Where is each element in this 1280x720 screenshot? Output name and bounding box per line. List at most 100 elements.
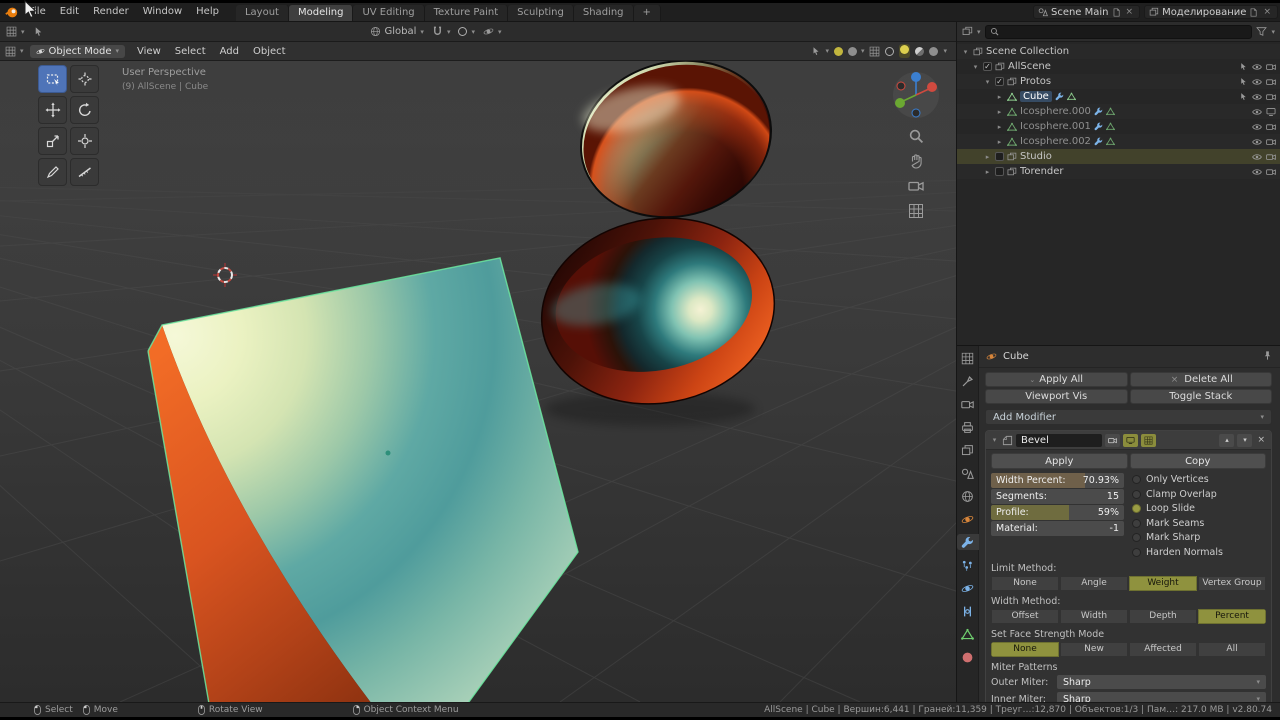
xray-toggle-icon[interactable] <box>869 46 880 57</box>
apply-all-button[interactable]: ⌄ Apply All <box>985 372 1128 387</box>
viewport-editor-type-button[interactable]: ▾ <box>5 46 24 57</box>
segments-field[interactable]: Segments: 15 <box>991 489 1124 504</box>
workspace-tab-uv-editing[interactable]: UV Editing <box>353 5 425 21</box>
eye-icon[interactable] <box>1252 62 1262 72</box>
menu-window[interactable]: Window <box>136 3 189 21</box>
viewport-menu-add[interactable]: Add <box>214 46 245 57</box>
copy-button[interactable]: Copy <box>1129 453 1266 469</box>
selectable-icon[interactable] <box>1239 62 1248 71</box>
eye-icon[interactable] <box>1252 92 1262 102</box>
tool-transform[interactable] <box>70 127 99 155</box>
tab-modifiers[interactable] <box>957 534 979 550</box>
collection-checkbox[interactable]: ✓ <box>995 77 1004 86</box>
modifier-wrench-icon[interactable] <box>1055 92 1064 101</box>
limit-none-button[interactable]: None <box>991 575 1059 591</box>
camera-view-icon[interactable] <box>908 178 924 194</box>
modifier-name-field[interactable]: Bevel <box>1016 433 1102 447</box>
tool-annotate[interactable] <box>38 158 67 186</box>
material-field[interactable]: Material: -1 <box>991 521 1124 536</box>
overlays-dropdown[interactable]: ▾ <box>847 46 864 56</box>
breadcrumb-object-name[interactable]: Cube <box>1003 351 1029 362</box>
tab-tool[interactable] <box>957 373 979 389</box>
viewport-vis-button[interactable]: Viewport Vis <box>985 389 1128 404</box>
outliner-row-torender[interactable]: ▸ Torender <box>957 164 1280 179</box>
limit-vertex-group-button[interactable]: Vertex Group <box>1198 575 1266 591</box>
shading-material-icon[interactable] <box>915 46 925 56</box>
outliner-row-icosphere-001[interactable]: ▸ Icosphere.001 <box>957 119 1280 134</box>
workspace-tab-shading[interactable]: Shading <box>573 5 634 21</box>
tab-scene[interactable] <box>957 465 979 481</box>
show-gizmo-toggle[interactable] <box>833 46 843 56</box>
render-visibility-icon[interactable] <box>1266 62 1276 72</box>
outliner-filter-dropdown[interactable]: ▾ <box>1271 28 1275 36</box>
menu-render[interactable]: Render <box>86 3 136 21</box>
properties-editor-type-icon[interactable] <box>957 350 979 366</box>
outliner-row-cube[interactable]: ▸ Cube <box>957 89 1280 104</box>
close-modifier-icon[interactable]: × <box>1255 435 1267 445</box>
collection-checkbox[interactable] <box>995 167 1004 176</box>
tool-scale[interactable] <box>38 127 67 155</box>
tab-material[interactable] <box>957 649 979 665</box>
eye-icon[interactable] <box>1252 107 1262 117</box>
filter-icon[interactable] <box>1256 26 1267 37</box>
eye-icon[interactable] <box>1252 77 1262 87</box>
realtime-toggle[interactable] <box>1123 433 1138 447</box>
tab-object[interactable] <box>957 511 979 527</box>
render-visibility-icon[interactable] <box>1266 77 1276 87</box>
orientation-gizmo[interactable] <box>892 69 940 119</box>
viewport-menu-select[interactable]: Select <box>169 46 212 57</box>
inner-miter-dropdown[interactable]: Sharp ▾ <box>1057 692 1266 702</box>
mesh-data-icon[interactable] <box>1106 137 1115 146</box>
face-strength-none-button[interactable]: None <box>991 641 1059 657</box>
editor-type-button[interactable]: ▾ <box>6 26 25 37</box>
expand-icon[interactable]: ▾ <box>990 436 999 444</box>
outliner-row-studio[interactable]: ▸ Studio <box>957 149 1280 164</box>
tab-particles[interactable] <box>957 557 979 573</box>
outliner-search-input[interactable] <box>984 24 1253 39</box>
viewport-canvas[interactable] <box>0 61 956 702</box>
blender-logo-icon[interactable] <box>0 3 22 21</box>
tab-constraints[interactable] <box>957 603 979 619</box>
width-percent-button[interactable]: Percent <box>1198 608 1266 624</box>
loop-slide-checkbox[interactable]: Loop Slide <box>1132 503 1266 514</box>
menu-help[interactable]: Help <box>189 3 226 21</box>
modifier-wrench-icon[interactable] <box>1094 122 1103 131</box>
workspace-tab-texture-paint[interactable]: Texture Paint <box>424 5 509 21</box>
tab-world[interactable] <box>957 488 979 504</box>
workspace-tab-modeling[interactable]: Modeling <box>288 5 354 21</box>
tool-measure[interactable] <box>70 158 99 186</box>
new-scene-icon[interactable] <box>1112 8 1121 17</box>
width-percent-slider[interactable]: Width Percent: 70.93% <box>991 473 1124 488</box>
face-strength-all-button[interactable]: All <box>1198 641 1266 657</box>
width-depth-button[interactable]: Depth <box>1129 608 1197 624</box>
viewport-menu-object[interactable]: Object <box>247 46 292 57</box>
shading-options-dropdown[interactable]: ▾ <box>943 47 947 55</box>
workspace-tab-sculpting[interactable]: Sculpting <box>508 5 574 21</box>
pin-icon[interactable] <box>1262 350 1273 361</box>
profile-slider[interactable]: Profile: 59% <box>991 505 1124 520</box>
add-modifier-dropdown[interactable]: Add Modifier ▾ <box>985 409 1272 425</box>
shading-rendered-icon[interactable] <box>929 46 939 56</box>
outliner-row-scene-collection[interactable]: ▾ Scene Collection <box>957 44 1280 59</box>
select-visibility-dropdown[interactable]: ▾ <box>811 46 829 56</box>
modifier-wrench-icon[interactable] <box>1094 137 1103 146</box>
tab-output[interactable] <box>957 419 979 435</box>
transform-orientation-dropdown[interactable]: Global ▾ <box>370 26 424 37</box>
shading-wireframe-icon[interactable] <box>885 46 895 56</box>
editmode-toggle[interactable] <box>1141 433 1156 447</box>
toggle-stack-button[interactable]: Toggle Stack <box>1129 389 1272 404</box>
collection-checkbox[interactable]: ✓ <box>983 62 992 71</box>
move-down-button[interactable]: ▾ <box>1237 433 1253 447</box>
render-visibility-icon[interactable] <box>1266 92 1276 102</box>
menu-edit[interactable]: Edit <box>53 3 86 21</box>
selectable-icon[interactable] <box>1239 77 1248 86</box>
tab-view-layer[interactable] <box>957 442 979 458</box>
eye-icon[interactable] <box>1252 167 1262 177</box>
outliner-row-icosphere-000[interactable]: ▸ Icosphere.000 <box>957 104 1280 119</box>
outliner-row-icosphere-002[interactable]: ▸ Icosphere.002 <box>957 134 1280 149</box>
mark-sharp-checkbox[interactable]: Mark Sharp <box>1132 532 1266 543</box>
viewport-3d[interactable]: User Perspective (9) AllScene | Cube <box>0 61 956 702</box>
collection-checkbox[interactable] <box>995 152 1004 161</box>
tab-object-data[interactable] <box>957 626 979 642</box>
snap-target-dropdown[interactable]: ▾ <box>483 26 501 37</box>
